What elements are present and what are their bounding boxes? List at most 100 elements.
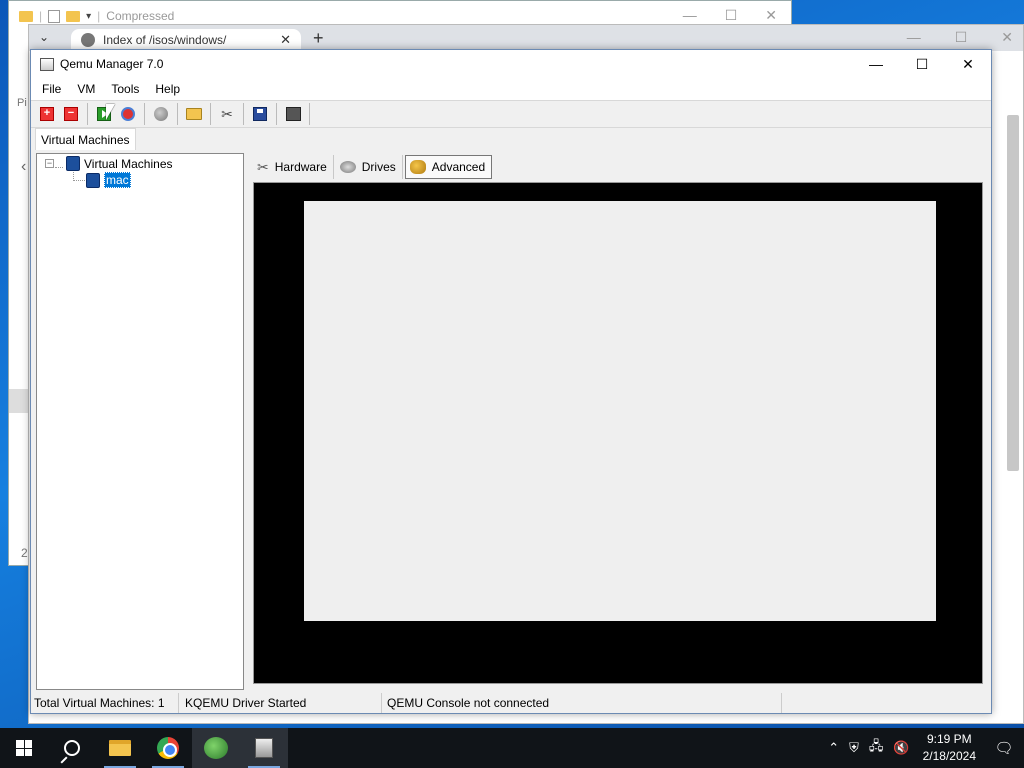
save-button[interactable] <box>249 103 271 125</box>
toolbar-separator <box>309 103 310 125</box>
taskbar-chrome[interactable] <box>144 728 192 768</box>
vm-icon <box>86 172 100 188</box>
minimize-button[interactable]: — <box>853 50 899 78</box>
qemu-app-icon <box>40 57 54 71</box>
back-arrow-icon[interactable]: ‹ <box>21 158 26 176</box>
open-button[interactable] <box>183 103 205 125</box>
qemu-titlebar: Qemu Manager 7.0 — ☐ ✕ <box>31 50 991 78</box>
toolbar: + − ✂ <box>31 100 991 128</box>
clock[interactable]: 9:19 PM 2/18/2024 <box>915 731 984 765</box>
vm-screen-preview[interactable] <box>304 201 936 621</box>
start-button[interactable] <box>0 728 48 768</box>
tree-node-root[interactable]: − Virtual Machines <box>45 156 173 171</box>
network-icon[interactable]: 🖧 <box>864 737 889 759</box>
add-icon: + <box>40 107 54 121</box>
save-icon <box>253 107 267 121</box>
chrome-icon <box>157 737 179 759</box>
toolbar-separator <box>144 103 145 125</box>
search-icon <box>64 740 80 756</box>
taskbar-file-explorer[interactable] <box>96 728 144 768</box>
tab-hardware-label: Hardware <box>274 160 327 174</box>
tree-line <box>73 180 85 181</box>
taskbar-network-app[interactable] <box>192 728 240 768</box>
tab-close-icon[interactable]: ✕ <box>280 32 291 48</box>
close-icon[interactable]: ✕ <box>765 7 777 24</box>
collapse-icon[interactable]: − <box>45 159 54 168</box>
minimize-icon[interactable]: — <box>683 7 697 24</box>
maximize-icon[interactable]: ☐ <box>955 29 968 46</box>
advanced-icon <box>409 160 426 174</box>
vm-group-icon <box>66 156 80 171</box>
taskbar-qemu-manager[interactable] <box>240 728 288 768</box>
tab-hardware[interactable]: ✂ Hardware <box>253 155 334 179</box>
remove-vm-button[interactable]: − <box>60 103 82 125</box>
tools-button[interactable]: ✂ <box>216 103 238 125</box>
drive-icon <box>339 161 356 173</box>
chrome-tab[interactable]: Index of /isos/windows/ ✕ <box>71 29 301 51</box>
maximize-button[interactable]: ☐ <box>899 50 945 78</box>
clock-date: 2/18/2024 <box>922 749 976 763</box>
tab-drives-label: Drives <box>361 160 396 174</box>
scrollbar-thumb[interactable] <box>1007 115 1019 471</box>
status-vm-count: Total Virtual Machines: 1 <box>31 693 179 713</box>
tree-node-vm[interactable]: mac <box>86 172 131 188</box>
explorer-window-controls: — ☐ ✕ <box>683 7 777 24</box>
chrome-tab-title: Index of /isos/windows/ <box>103 33 227 47</box>
vm-console-area[interactable] <box>253 182 983 684</box>
explorer-title: Compressed <box>106 9 175 23</box>
taskbar: ⌃ ⛨ 🖧 🔇 9:19 PM 2/18/2024 🗨 <box>0 728 1024 768</box>
volume-muted-icon[interactable]: 🔇 <box>888 740 914 756</box>
stop-icon <box>121 107 135 121</box>
chrome-tabstrip: ⌄ Index of /isos/windows/ ✕ + — ☐ ✕ <box>29 25 1023 51</box>
explorer-item-count: 2 <box>21 546 28 560</box>
tree-root-label: Virtual Machines <box>84 156 173 171</box>
add-vm-button[interactable]: + <box>36 103 58 125</box>
settings-icon <box>285 107 301 121</box>
status-driver: KQEMU Driver Started <box>179 693 382 713</box>
maximize-icon[interactable]: ☐ <box>725 7 738 24</box>
stop-vm-button[interactable] <box>117 103 139 125</box>
folder-open-icon <box>186 108 202 120</box>
windows-icon <box>16 740 32 756</box>
search-button[interactable] <box>48 728 96 768</box>
qemu-manager-window[interactable]: Qemu Manager 7.0 — ☐ ✕ File VM Tools Hel… <box>30 49 992 714</box>
left-tab-row: Virtual Machines <box>31 128 991 150</box>
vm-tree[interactable]: − Virtual Machines mac <box>36 153 244 690</box>
network-app-icon <box>204 737 228 759</box>
globe-icon <box>154 107 168 121</box>
toolbar-separator <box>243 103 244 125</box>
folder-icon <box>19 10 33 22</box>
tab-advanced[interactable]: Advanced <box>404 155 493 179</box>
new-folder-icon[interactable] <box>66 10 81 22</box>
remove-icon: − <box>64 107 78 121</box>
menu-tools[interactable]: Tools <box>103 82 147 96</box>
file-explorer-icon <box>109 740 131 756</box>
toolbar-separator <box>210 103 211 125</box>
close-button[interactable]: ✕ <box>945 50 991 78</box>
mouse-cursor <box>106 104 115 120</box>
clock-time: 9:19 PM <box>926 732 972 746</box>
network-button[interactable] <box>150 103 172 125</box>
favicon-icon <box>81 33 95 47</box>
notification-icon[interactable]: 🗨 <box>984 728 1024 768</box>
quick-access-dropdown-icon[interactable]: ▾ <box>86 11 91 22</box>
toolbar-separator <box>177 103 178 125</box>
status-console: QEMU Console not connected <box>382 693 782 713</box>
properties-icon[interactable] <box>48 9 61 23</box>
close-icon[interactable]: ✕ <box>1001 29 1013 46</box>
new-tab-button[interactable]: + <box>313 28 324 49</box>
settings-button[interactable] <box>282 103 304 125</box>
menu-vm[interactable]: VM <box>69 82 103 96</box>
menu-help[interactable]: Help <box>147 82 188 96</box>
tab-advanced-label: Advanced <box>431 160 486 174</box>
tab-virtual-machines[interactable]: Virtual Machines <box>35 128 136 150</box>
system-tray: ⌃ ⛨ 🖧 🔇 9:19 PM 2/18/2024 🗨 <box>823 728 1024 768</box>
tab-search-icon[interactable]: ⌄ <box>39 30 49 44</box>
explorer-side-label: Pi <box>17 97 27 109</box>
show-hidden-icons-icon[interactable]: ⌃ <box>823 740 844 756</box>
menu-file[interactable]: File <box>34 82 69 96</box>
security-icon[interactable]: ⛨ <box>844 740 864 756</box>
minimize-icon[interactable]: — <box>907 29 921 46</box>
tab-drives[interactable]: Drives <box>336 155 403 179</box>
tools-icon: ✂ <box>221 105 233 122</box>
